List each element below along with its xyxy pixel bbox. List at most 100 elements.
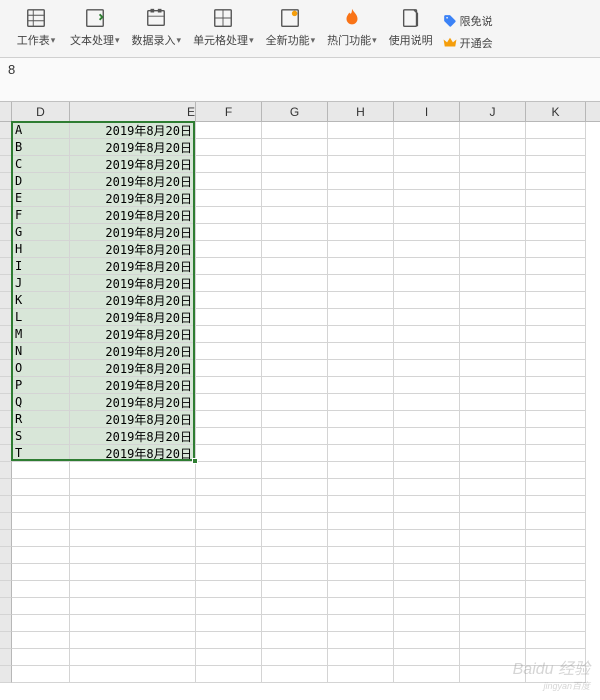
cell[interactable]	[328, 615, 394, 632]
row-header-stub[interactable]	[0, 156, 12, 173]
cell[interactable]	[196, 530, 262, 547]
row-header-stub[interactable]	[0, 428, 12, 445]
row-header-stub[interactable]	[0, 496, 12, 513]
cell[interactable]	[196, 309, 262, 326]
cell[interactable]: F	[12, 207, 70, 224]
column-header-G[interactable]: G	[262, 102, 328, 121]
cell[interactable]	[526, 632, 586, 649]
promo-link-vip[interactable]: 开通会	[443, 35, 493, 51]
cell[interactable]	[460, 530, 526, 547]
cell[interactable]	[526, 292, 586, 309]
cell[interactable]	[262, 581, 328, 598]
cell[interactable]	[262, 190, 328, 207]
cell[interactable]	[262, 479, 328, 496]
cell[interactable]	[328, 513, 394, 530]
column-header-I[interactable]: I	[394, 102, 460, 121]
cell[interactable]	[526, 190, 586, 207]
cell[interactable]	[328, 343, 394, 360]
cell[interactable]	[328, 275, 394, 292]
cell[interactable]	[394, 462, 460, 479]
cell[interactable]: 2019年8月20日	[70, 139, 196, 156]
cell[interactable]: S	[12, 428, 70, 445]
cell[interactable]	[196, 564, 262, 581]
column-header-J[interactable]: J	[460, 102, 526, 121]
cell[interactable]	[70, 649, 196, 666]
cell[interactable]	[328, 377, 394, 394]
cell[interactable]	[196, 479, 262, 496]
cell[interactable]	[460, 190, 526, 207]
cell[interactable]	[196, 411, 262, 428]
cell[interactable]: 2019年8月20日	[70, 275, 196, 292]
cell[interactable]	[394, 122, 460, 139]
cell[interactable]	[526, 598, 586, 615]
column-header-F[interactable]: F	[196, 102, 262, 121]
cell[interactable]	[70, 513, 196, 530]
cell[interactable]	[460, 326, 526, 343]
cell[interactable]: N	[12, 343, 70, 360]
cell[interactable]: 2019年8月20日	[70, 241, 196, 258]
cell[interactable]	[196, 275, 262, 292]
cell[interactable]	[460, 632, 526, 649]
cell[interactable]	[262, 139, 328, 156]
cell[interactable]	[262, 377, 328, 394]
row-header-stub[interactable]	[0, 615, 12, 632]
cell[interactable]	[460, 156, 526, 173]
cell[interactable]	[262, 309, 328, 326]
cell[interactable]	[328, 666, 394, 683]
cell[interactable]	[328, 156, 394, 173]
row-header-stub[interactable]	[0, 445, 12, 462]
cell[interactable]	[526, 428, 586, 445]
cell[interactable]	[526, 564, 586, 581]
cell[interactable]	[526, 224, 586, 241]
cell[interactable]: O	[12, 360, 70, 377]
cell[interactable]	[12, 666, 70, 683]
row-header-stub[interactable]	[0, 598, 12, 615]
cell[interactable]	[460, 377, 526, 394]
cell[interactable]	[12, 564, 70, 581]
cell[interactable]	[12, 547, 70, 564]
cell[interactable]	[12, 581, 70, 598]
cell[interactable]: 2019年8月20日	[70, 326, 196, 343]
cell[interactable]	[196, 326, 262, 343]
formula-input[interactable]	[8, 62, 592, 77]
cell[interactable]	[394, 615, 460, 632]
cell[interactable]	[526, 309, 586, 326]
cell[interactable]	[394, 258, 460, 275]
cell[interactable]	[394, 530, 460, 547]
cell[interactable]: 2019年8月20日	[70, 445, 196, 462]
cell[interactable]: 2019年8月20日	[70, 190, 196, 207]
cell[interactable]	[526, 666, 586, 683]
cell[interactable]	[526, 496, 586, 513]
cell[interactable]	[328, 292, 394, 309]
cell[interactable]	[262, 394, 328, 411]
cell[interactable]	[196, 360, 262, 377]
cell[interactable]	[262, 615, 328, 632]
cell[interactable]	[70, 666, 196, 683]
cell[interactable]	[196, 122, 262, 139]
cell[interactable]	[196, 428, 262, 445]
cell[interactable]	[394, 394, 460, 411]
cell[interactable]	[526, 530, 586, 547]
cell[interactable]	[328, 547, 394, 564]
cell[interactable]	[526, 241, 586, 258]
cell[interactable]	[196, 173, 262, 190]
cell[interactable]	[262, 156, 328, 173]
row-header-stub[interactable]	[0, 122, 12, 139]
cell[interactable]: K	[12, 292, 70, 309]
row-header-stub[interactable]	[0, 666, 12, 683]
cell[interactable]	[70, 462, 196, 479]
cell[interactable]	[460, 547, 526, 564]
cell[interactable]	[196, 445, 262, 462]
promo-link-free[interactable]: 限免说	[443, 13, 493, 29]
cell[interactable]	[196, 343, 262, 360]
cell[interactable]	[394, 326, 460, 343]
cell[interactable]	[460, 581, 526, 598]
cell[interactable]	[328, 241, 394, 258]
cell[interactable]	[526, 513, 586, 530]
cell[interactable]	[70, 581, 196, 598]
cell[interactable]	[526, 258, 586, 275]
cell[interactable]	[460, 462, 526, 479]
cell[interactable]	[328, 462, 394, 479]
cell[interactable]	[394, 598, 460, 615]
cell[interactable]: J	[12, 275, 70, 292]
